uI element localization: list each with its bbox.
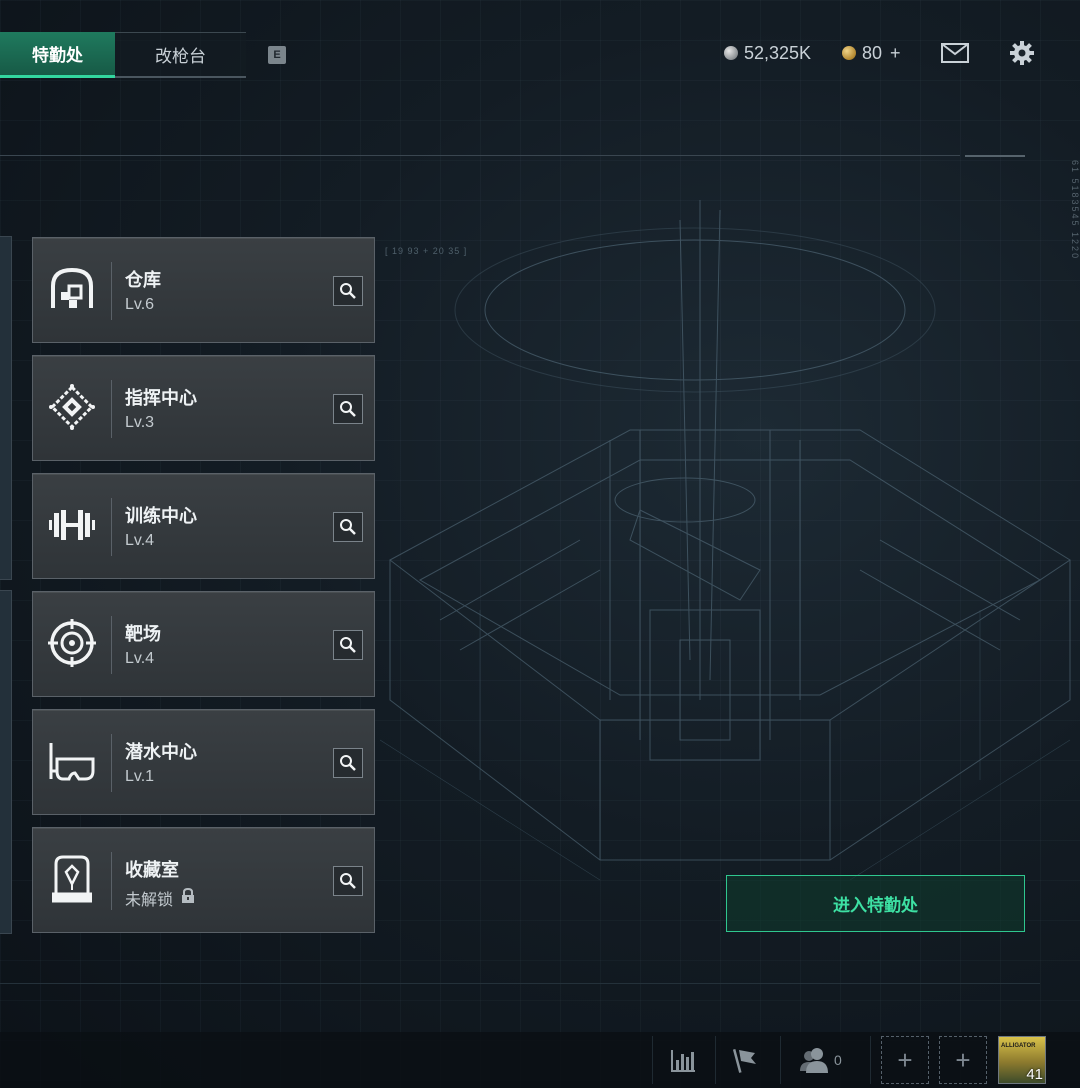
gold-amount: 80 [862,42,883,63]
player-avatar[interactable]: ALLIGATOR 41 [998,1036,1046,1084]
warehouse-icon [47,264,97,314]
target-icon [47,618,97,668]
command-center-icon [47,382,97,432]
bottom-divider [0,983,1040,984]
facility-level: 未解锁 [125,892,174,909]
team-slot-add-button[interactable]: + [939,1036,987,1084]
facility-level: Lv.6 [125,296,155,313]
add-gold-icon[interactable]: + [890,43,901,64]
facility-name: 指挥中心 [125,388,197,408]
card-divider [111,616,112,674]
facility-card-warehouse[interactable]: 仓库 Lv.6 [32,237,375,343]
silver-currency: 52,325K [724,42,811,64]
facility-level: Lv.1 [125,768,155,785]
friends-count: 0 [834,1052,842,1068]
facility-level: Lv.4 [125,650,155,667]
avatar-text: ALLIGATOR [1001,1043,1036,1049]
facility-card-training-center[interactable]: 训练中心 Lv.4 [32,473,375,579]
bottom-separator [652,1036,653,1084]
flag-icon[interactable] [726,1040,766,1080]
tab-special-ops[interactable]: 特勤处 [0,32,115,78]
magnify-icon[interactable] [333,748,363,778]
friends-icon [800,1048,828,1073]
stats-chart-icon[interactable] [663,1040,703,1080]
magnify-icon[interactable] [333,512,363,542]
facility-name: 仓库 [125,270,161,290]
mail-icon[interactable] [940,38,970,68]
magnify-icon[interactable] [333,630,363,660]
header-divider [0,155,960,156]
facility-name: 潜水中心 [125,742,197,762]
left-panel-edge [0,590,12,934]
card-divider [111,380,112,438]
coords-label: [ 19 93 + 20 35 ] [385,246,468,256]
player-level: 41 [1026,1066,1043,1083]
card-divider [111,852,112,910]
magnify-icon[interactable] [333,394,363,424]
keybind-hint: E [268,46,286,64]
collection-case-icon [47,854,97,904]
dumbbell-icon [47,500,97,550]
left-panel-edge [0,236,12,580]
gold-coin-icon [842,46,856,60]
facility-name: 收藏室 [125,860,179,880]
facility-card-collection-room[interactable]: 收藏室 未解锁 [32,827,375,933]
lock-icon [181,887,195,909]
card-divider [111,734,112,792]
base-wireframe-illustration [380,200,1071,881]
diving-mask-icon [47,736,97,786]
team-slot-add-button[interactable]: + [881,1036,929,1084]
card-divider [111,262,112,320]
gold-currency[interactable]: 80 + [842,42,901,64]
facility-card-diving-center[interactable]: 潜水中心 Lv.1 [32,709,375,815]
tab-gunsmith[interactable]: 改枪台 [115,32,246,78]
magnify-icon[interactable] [333,866,363,896]
facility-card-command-center[interactable]: 指挥中心 Lv.3 [32,355,375,461]
bottom-separator [870,1036,871,1084]
bottom-separator [780,1036,781,1084]
facility-name: 训练中心 [125,506,197,526]
enter-special-ops-button[interactable]: 进入特勤处 [726,875,1025,932]
facility-level: Lv.3 [125,414,155,431]
facility-card-shooting-range[interactable]: 靶场 Lv.4 [32,591,375,697]
friends-button[interactable]: 0 [800,1040,860,1080]
card-divider [111,498,112,556]
side-coordinates: 61 5183545 1220 [1070,160,1080,261]
silver-amount: 52,325K [744,42,812,63]
magnify-icon[interactable] [333,276,363,306]
facility-name: 靶场 [125,624,161,644]
facility-level: Lv.4 [125,532,155,549]
settings-gear-icon[interactable] [1007,38,1037,68]
bottom-separator [715,1036,716,1084]
silver-coin-icon [724,46,738,60]
header-divider-accent [965,155,1025,157]
